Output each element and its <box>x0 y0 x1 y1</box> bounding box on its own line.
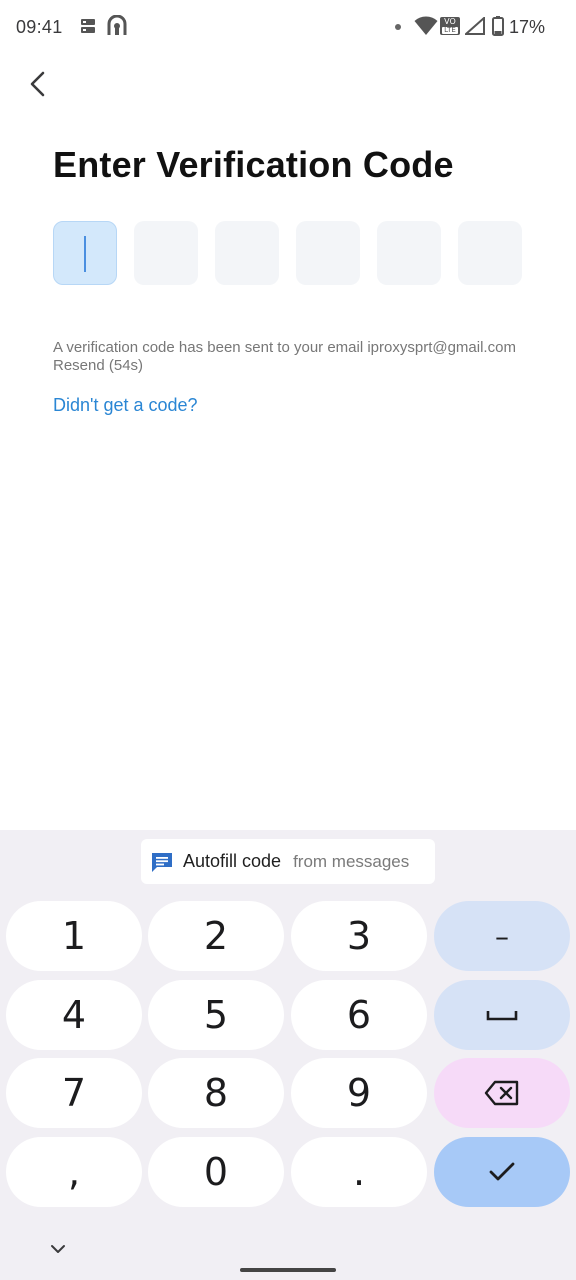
autofill-code-chip[interactable]: Autofill code from messages <box>141 839 435 884</box>
battery-percent: 17% <box>509 17 546 37</box>
key-1[interactable]: 1 <box>6 901 142 971</box>
code-digit-4[interactable] <box>296 221 360 285</box>
gesture-nav-handle[interactable] <box>240 1268 336 1272</box>
page-title: Enter Verification Code <box>53 144 454 185</box>
code-digit-6[interactable] <box>458 221 522 285</box>
key-8[interactable]: 8 <box>148 1058 284 1128</box>
chevron-down-icon <box>51 1245 65 1253</box>
checkmark-icon <box>489 1162 515 1181</box>
hide-keyboard-button[interactable] <box>40 1235 76 1263</box>
code-digit-2[interactable] <box>134 221 198 285</box>
key-done[interactable] <box>434 1137 570 1207</box>
volte-icon: VO LTE <box>440 17 460 35</box>
code-input-row <box>53 221 522 285</box>
key-6[interactable]: 6 <box>291 980 427 1050</box>
key-4[interactable]: 4 <box>6 980 142 1050</box>
space-bar-icon <box>486 1011 518 1021</box>
key-minus[interactable]: – <box>434 901 570 971</box>
key-0[interactable]: 0 <box>148 1137 284 1207</box>
didnt-get-code-link[interactable]: Didn't get a code? <box>53 395 198 416</box>
key-9[interactable]: 9 <box>291 1058 427 1128</box>
message-icon <box>152 852 172 872</box>
key-5[interactable]: 5 <box>148 980 284 1050</box>
autofill-main-label: Autofill code <box>183 851 282 871</box>
verification-sent-message: A verification code has been sent to you… <box>53 339 516 374</box>
key-3[interactable]: 3 <box>291 901 427 971</box>
key-dot[interactable]: . <box>291 1137 427 1207</box>
battery-icon <box>492 16 504 36</box>
numeric-keyboard: Autofill code from messages 1 2 3 – 4 5 … <box>0 830 576 1280</box>
chevron-left-icon <box>30 71 45 97</box>
dot-icon <box>395 24 401 30</box>
autofill-sub-label: from messages <box>293 851 410 871</box>
key-backspace[interactable] <box>434 1058 570 1128</box>
key-comma[interactable]: , <box>6 1137 142 1207</box>
code-digit-5[interactable] <box>377 221 441 285</box>
vpn-icon <box>107 15 127 35</box>
status-time: 09:41 <box>16 17 63 37</box>
key-7[interactable]: 7 <box>6 1058 142 1128</box>
wifi-icon <box>414 16 438 35</box>
code-digit-3[interactable] <box>215 221 279 285</box>
key-space[interactable] <box>434 980 570 1050</box>
code-digit-1[interactable] <box>53 221 117 285</box>
text-cursor <box>84 236 86 272</box>
backspace-icon <box>484 1080 519 1106</box>
status-bar: 09:41 VO LTE 17% <box>0 0 576 56</box>
key-2[interactable]: 2 <box>148 901 284 971</box>
back-button[interactable] <box>18 64 58 104</box>
storage-icon <box>81 19 95 33</box>
signal-icon <box>465 17 485 35</box>
